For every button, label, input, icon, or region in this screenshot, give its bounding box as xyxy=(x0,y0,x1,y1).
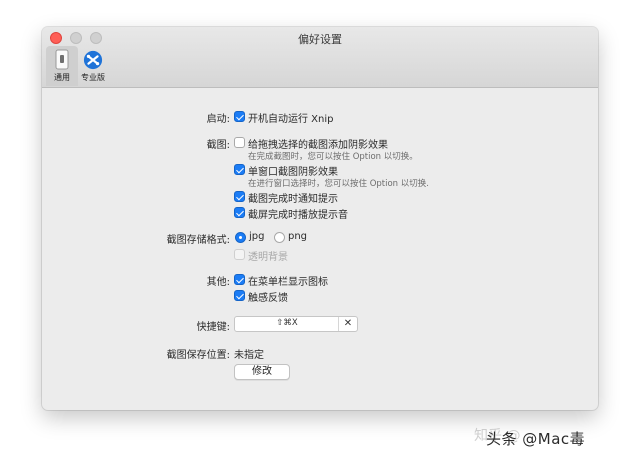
drag-shadow-label: 给拖拽选择的截图添加阴影效果 xyxy=(248,140,388,151)
window-shadow-checkbox[interactable] xyxy=(234,164,245,175)
xnip-pro-icon xyxy=(83,50,103,70)
preferences-window: 偏好设置 通用 专业版 启动: 开机自动运行 Xnip 截图: 给拖拽选择的截图… xyxy=(42,27,598,410)
other-label: 其他: xyxy=(206,277,230,288)
watermark: 头条 @Mac毒 xyxy=(486,430,586,448)
window-title: 偏好设置 xyxy=(298,33,342,46)
format-label: 截图存储格式: xyxy=(166,235,230,246)
titlebar: 偏好设置 通用 专业版 xyxy=(42,27,598,88)
png-label: png xyxy=(288,231,308,242)
sound-label: 截屏完成时播放提示音 xyxy=(248,210,348,221)
tab-pro[interactable]: 专业版 xyxy=(76,46,110,86)
transparent-bg-label: 透明背景 xyxy=(248,252,288,263)
tab-pro-label: 专业版 xyxy=(81,73,105,82)
jpg-label: jpg xyxy=(249,231,265,242)
menubar-icon-label: 在菜单栏显示图标 xyxy=(248,277,328,288)
launch-at-login-checkbox[interactable] xyxy=(234,111,245,122)
haptic-checkbox[interactable] xyxy=(234,290,245,301)
drag-shadow-hint: 在完成截图时，您可以按住 Option 以切换。 xyxy=(248,152,418,162)
sound-checkbox[interactable] xyxy=(234,207,245,218)
window-shadow-label: 单窗口截图阴影效果 xyxy=(248,167,338,178)
screenshot-label: 截图: xyxy=(206,140,230,151)
save-location-value: 未指定 xyxy=(234,350,264,361)
shortcut-keys: ⇧⌘X xyxy=(276,318,298,328)
jpg-radio[interactable] xyxy=(235,232,246,243)
shortcut-label: 快捷键: xyxy=(196,322,230,333)
shortcut-recorder[interactable]: ⇧⌘X ✕ xyxy=(234,316,358,332)
notify-label: 截图完成时通知提示 xyxy=(248,194,338,205)
notify-checkbox[interactable] xyxy=(234,191,245,202)
window-shadow-hint: 在进行窗口选择时，您可以按住 Option 以切换. xyxy=(248,179,429,189)
menubar-icon-checkbox[interactable] xyxy=(234,274,245,285)
change-location-button[interactable]: 修改 xyxy=(234,364,290,380)
clear-shortcut-button[interactable]: ✕ xyxy=(338,317,357,331)
save-location-label: 截图保存位置: xyxy=(166,350,230,361)
switch-icon xyxy=(55,49,69,70)
drag-shadow-checkbox[interactable] xyxy=(234,137,245,148)
transparent-bg-checkbox xyxy=(234,249,245,260)
tab-general-label: 通用 xyxy=(54,73,70,82)
haptic-label: 触感反馈 xyxy=(248,293,288,304)
png-radio[interactable] xyxy=(274,232,285,243)
startup-label: 启动: xyxy=(206,114,230,125)
launch-at-login-label: 开机自动运行 Xnip xyxy=(248,114,334,125)
tab-general[interactable]: 通用 xyxy=(46,46,78,86)
